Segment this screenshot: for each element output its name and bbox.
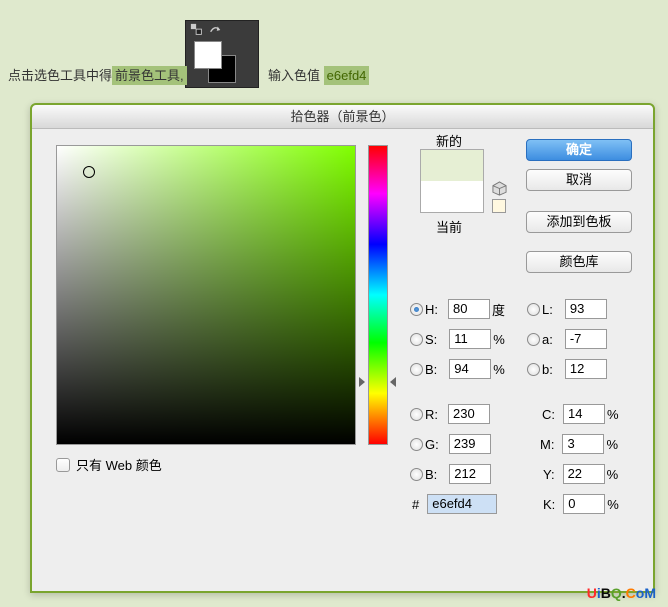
g-radio[interactable] <box>410 438 423 451</box>
lb-input[interactable]: 12 <box>565 359 607 379</box>
c-input[interactable]: 14 <box>563 404 605 424</box>
m-input[interactable]: 3 <box>562 434 604 454</box>
color-picker-dialog: 拾色器（前景色） 新的 当前 确定 取消 添加到色板 颜色库 H: 80 度 <box>30 103 655 593</box>
c-row: C: 14 % <box>542 404 625 424</box>
hue-marker-right-icon <box>390 377 396 387</box>
r-row: R: 230 <box>410 404 490 424</box>
foreground-color-swatch[interactable] <box>194 41 222 69</box>
s-input[interactable]: 11 <box>449 329 491 349</box>
cancel-button[interactable]: 取消 <box>526 169 632 191</box>
hex-row: # e6efd4 <box>412 494 497 514</box>
b-row: B: 94 % <box>410 359 511 379</box>
l-row: L: 93 <box>527 299 607 319</box>
y-row: Y: 22 % <box>543 464 625 484</box>
hue-slider[interactable] <box>368 145 388 445</box>
saturation-brightness-field[interactable] <box>56 145 356 445</box>
l-input[interactable]: 93 <box>565 299 607 319</box>
web-only-checkbox-row: 只有 Web 颜色 <box>56 455 162 474</box>
hex-input[interactable]: e6efd4 <box>427 494 497 514</box>
b-rgb-input[interactable]: 212 <box>449 464 491 484</box>
b-rgb-radio[interactable] <box>410 468 423 481</box>
r-radio[interactable] <box>410 408 423 421</box>
m-row: M: 3 % <box>540 434 624 454</box>
current-color-label: 当前 <box>436 217 462 236</box>
color-libraries-button[interactable]: 颜色库 <box>526 251 632 273</box>
a-radio[interactable] <box>527 333 540 346</box>
gamut-cube-icon <box>492 181 507 196</box>
a-input[interactable]: -7 <box>565 329 607 349</box>
g-row: G: 239 <box>410 434 491 454</box>
k-input[interactable]: 0 <box>563 494 605 514</box>
k-row: K: 0 % <box>543 494 625 514</box>
color-preview <box>420 149 484 213</box>
watermark: UiBQ.CoM <box>587 585 656 601</box>
lb-row: b: 12 <box>527 359 607 379</box>
a-row: a: -7 <box>527 329 607 349</box>
new-color-swatch <box>421 150 483 181</box>
b-rgb-row: B: 212 <box>410 464 491 484</box>
lb-radio[interactable] <box>527 363 540 376</box>
h-input[interactable]: 80 <box>448 299 490 319</box>
add-to-swatches-button[interactable]: 添加到色板 <box>526 211 632 233</box>
s-row: S: 11 % <box>410 329 511 349</box>
l-radio[interactable] <box>527 303 540 316</box>
swap-arrow-icon <box>208 23 222 37</box>
tools-swatch-panel <box>185 20 259 88</box>
swap-default-icon <box>190 23 204 37</box>
hue-marker-left-icon <box>359 377 365 387</box>
ok-button[interactable]: 确定 <box>526 139 632 161</box>
new-color-label: 新的 <box>436 131 462 150</box>
dialog-title: 拾色器（前景色） <box>32 105 653 129</box>
r-input[interactable]: 230 <box>448 404 490 424</box>
instruction-value: 输入色值 e6efd4 <box>268 65 369 84</box>
h-radio[interactable] <box>410 303 423 316</box>
web-only-checkbox[interactable] <box>56 458 70 472</box>
bhsb-input[interactable]: 94 <box>449 359 491 379</box>
y-input[interactable]: 22 <box>563 464 605 484</box>
instruction-text: 点击选色工具中得前景色工具, <box>8 65 187 84</box>
websafe-chip[interactable] <box>492 199 506 213</box>
current-color-swatch <box>421 181 483 212</box>
sb-cursor[interactable] <box>83 166 95 178</box>
h-row: H: 80 度 <box>410 299 510 319</box>
fg-bg-swatch[interactable] <box>194 41 236 83</box>
s-radio[interactable] <box>410 333 423 346</box>
g-input[interactable]: 239 <box>449 434 491 454</box>
b-radio[interactable] <box>410 363 423 376</box>
